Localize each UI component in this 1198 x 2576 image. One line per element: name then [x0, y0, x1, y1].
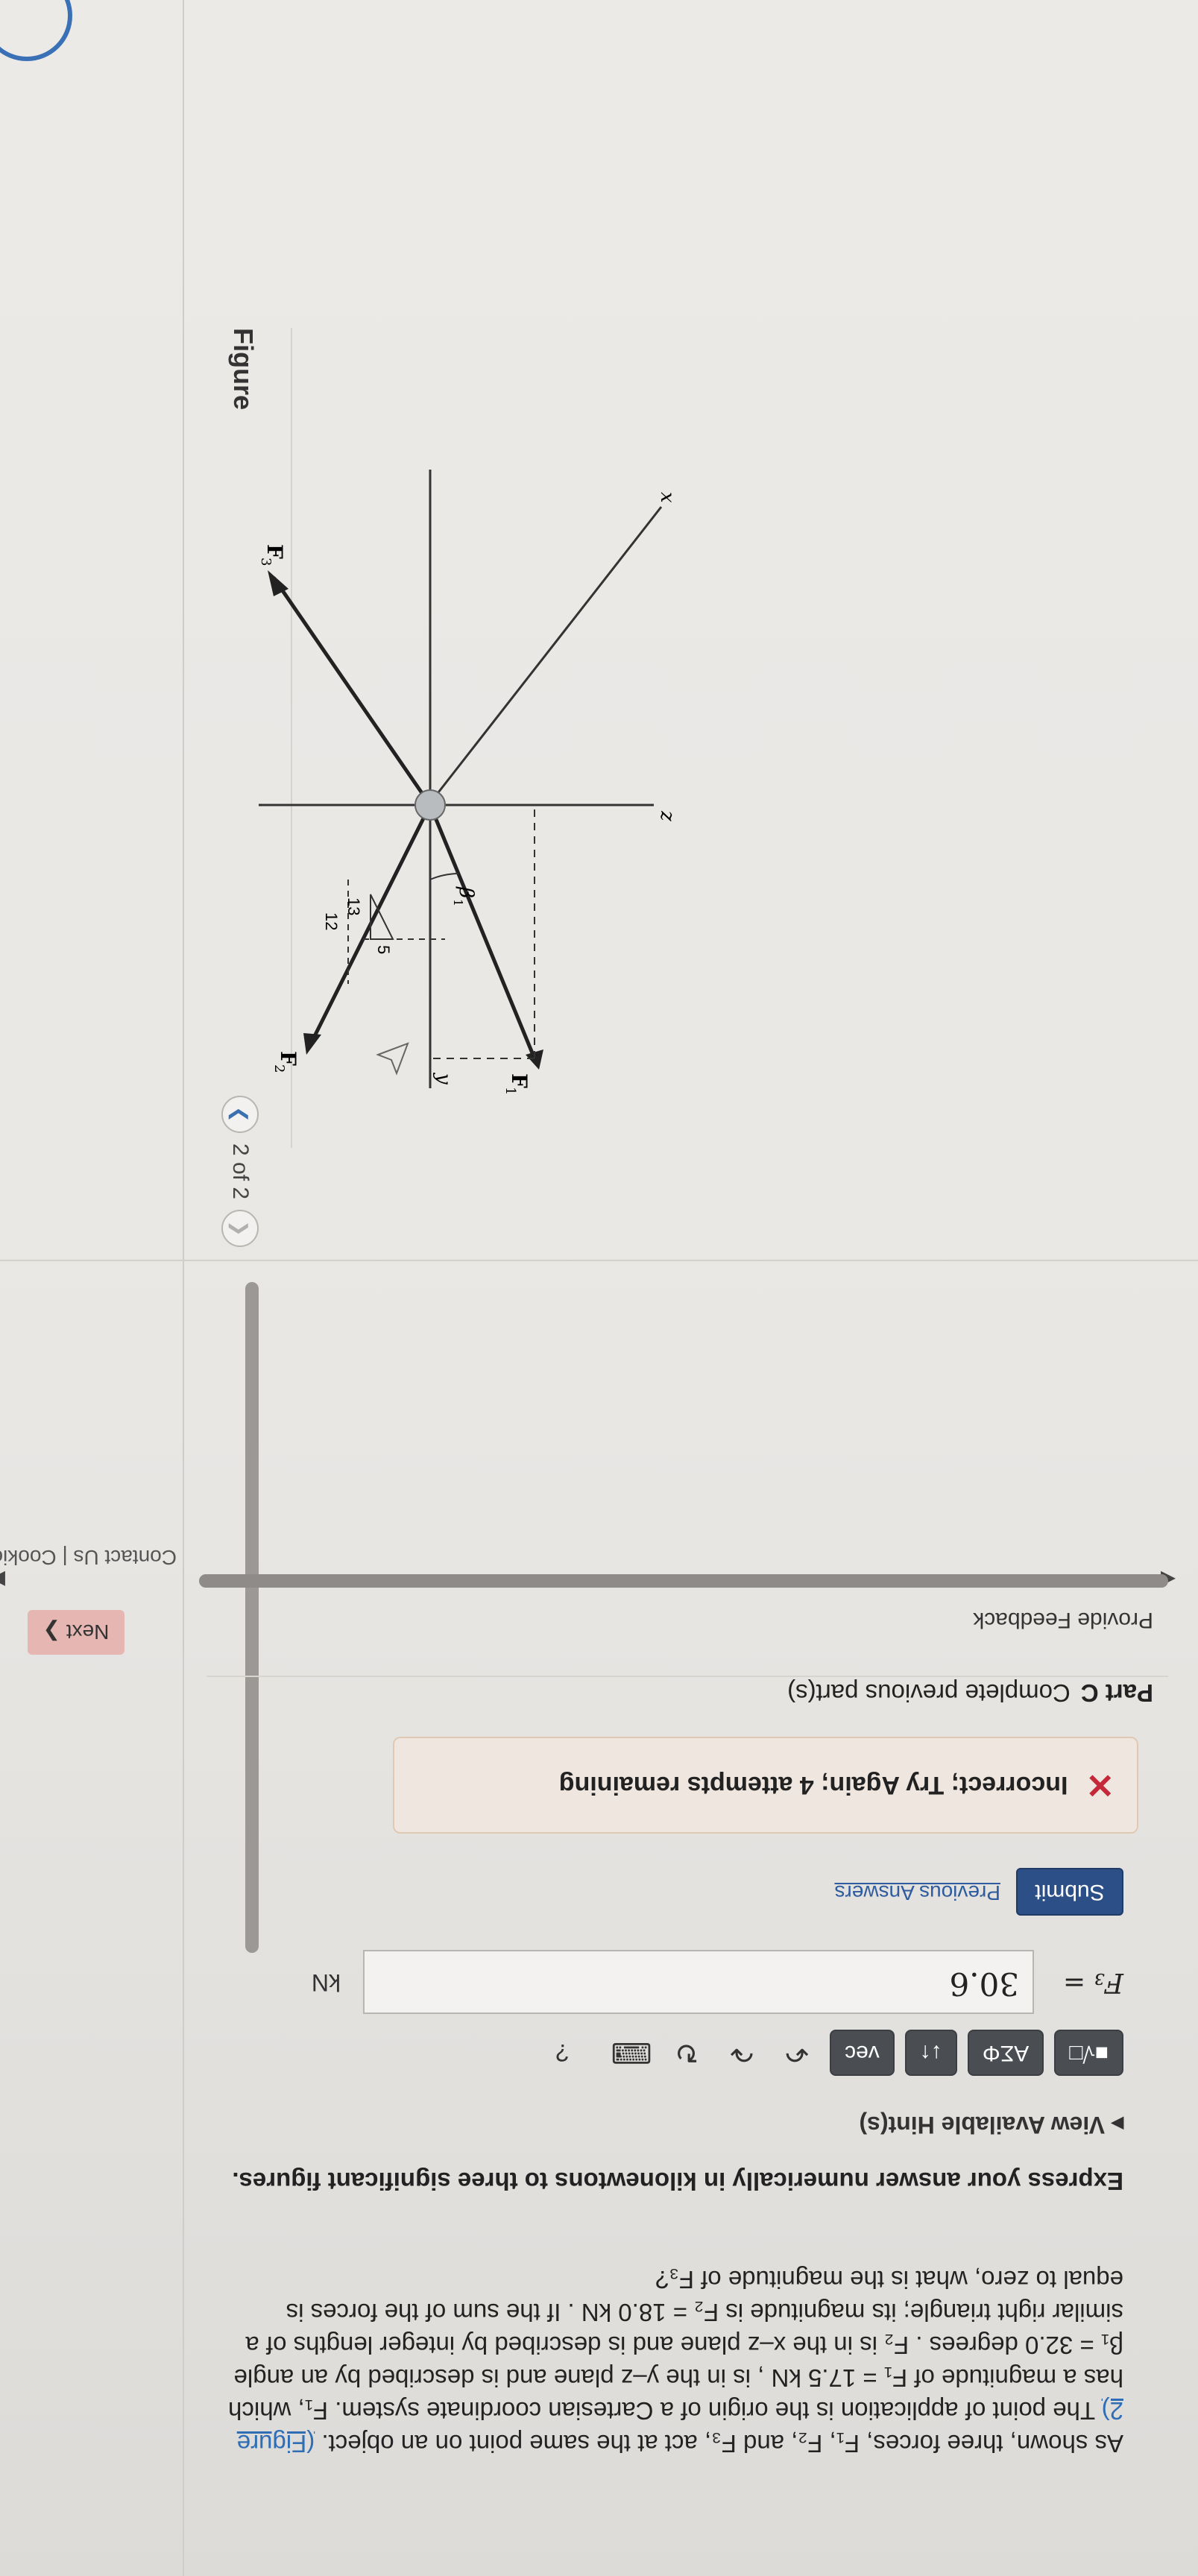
scroll-right-icon[interactable]: ▶ [0, 1568, 5, 1591]
keyboard-icon[interactable]: ⌨ [609, 2030, 654, 2076]
f3-label: F [262, 544, 287, 559]
arrows-button[interactable]: ↓↑ [904, 2030, 957, 2076]
hints-label: View Available Hint(s) [859, 2112, 1106, 2138]
figure-pager: ❮ 2 of 2 ❯ [221, 1096, 259, 1248]
answer-input[interactable]: 30.6 [363, 1950, 1034, 2014]
x-axis-line [421, 506, 663, 813]
feedback-box: ✕ Incorrect; Try Again; 4 attempts remai… [393, 1737, 1138, 1834]
instruction: Express your answer numerically in kilon… [232, 2168, 1123, 2195]
part-c[interactable]: Part C Complete previous part(s) [787, 1679, 1153, 1707]
z-label: z [656, 810, 676, 821]
f3-arrow [271, 576, 432, 806]
force-diagram: z x y F 3 F 2 F 1 β 1 13 12 5 [259, 470, 676, 1095]
view-hints-link[interactable]: ▸ View Available Hint(s) [859, 2111, 1123, 2139]
redo-icon[interactable]: ↷ [719, 2030, 764, 2076]
f3-sub: 3 [259, 558, 274, 566]
f1-label: F [507, 1073, 532, 1088]
submit-button[interactable]: Submit [1016, 1868, 1123, 1916]
horizontal-scrollbar[interactable] [199, 1574, 1168, 1588]
help-button[interactable]: ? [555, 2039, 569, 2067]
chevron-right-icon[interactable]: ❯ [221, 1210, 259, 1248]
y-label: y [432, 1073, 455, 1085]
footer-links[interactable]: Contact Us | Cookie Settings | [0, 1545, 177, 1569]
app-logo-fragment [0, 0, 72, 61]
origin-point [414, 789, 446, 821]
tri-12-label: 12 [322, 912, 341, 930]
undo-icon[interactable]: ↶ [775, 2030, 819, 2076]
vec-button[interactable]: vec [830, 2030, 895, 2076]
tri-13-label: 13 [344, 897, 363, 915]
rotated-page: Figure ❮ 2 of 2 ❯ z x y F 3 F 2 F 1 β 1 … [0, 0, 1198, 2576]
mouse-pointer-icon [376, 1042, 409, 1076]
chevron-left-icon[interactable]: ❮ [221, 1096, 259, 1133]
templates-icon[interactable]: ■√□ [1054, 2030, 1123, 2076]
beta-label: β [455, 886, 477, 898]
answer-unit: kN [311, 1969, 341, 1996]
error-x-icon: ✕ [1085, 1766, 1115, 1805]
header-divider [183, 0, 184, 2576]
f2-sub: 2 [271, 1064, 287, 1073]
figure-title: Figure [228, 328, 259, 411]
f1-arrow [428, 804, 537, 1059]
greek-button[interactable]: ΑΣΦ [967, 2030, 1044, 2076]
f1-sub: 1 [502, 1087, 518, 1095]
part-c-label: Part C [1080, 1679, 1153, 1707]
answer-label: F₃ = [1062, 1967, 1123, 1998]
x-label: x [656, 492, 676, 503]
feedback-text: Incorrect; Try Again; 4 attempts remaini… [558, 1771, 1068, 1800]
section-divider [207, 1676, 1168, 1677]
pane-divider [0, 1260, 1198, 1261]
f2-label: F [276, 1051, 300, 1066]
previous-answers-link[interactable]: Previous Answers [834, 1881, 1000, 1904]
tri-5-label: 5 [374, 945, 393, 954]
problem-text-end: The point of application is the origin o… [228, 2266, 1123, 2425]
math-toolbar: ■√□ ΑΣΦ ↓↑ vec ↶ ↷ ↻ ⌨ ? [555, 2030, 1123, 2076]
provide-feedback-link[interactable]: Provide Feedback [973, 1607, 1153, 1632]
reset-icon[interactable]: ↻ [664, 2030, 709, 2076]
problem-text: As shown, three forces, F₁, F₂, and F₃, … [221, 2263, 1123, 2460]
beta-sub: 1 [451, 899, 465, 906]
question-pane: As shown, three forces, F₁, F₂, and F₃, … [0, 1297, 1176, 2490]
next-button[interactable]: Next ❯ [28, 1610, 124, 1655]
problem-text-start: As shown, three forces, F₁, F₂, and F₃, … [315, 2430, 1123, 2457]
pager-text: 2 of 2 [228, 1143, 253, 1200]
part-c-text: Complete previous part(s) [787, 1679, 1071, 1707]
